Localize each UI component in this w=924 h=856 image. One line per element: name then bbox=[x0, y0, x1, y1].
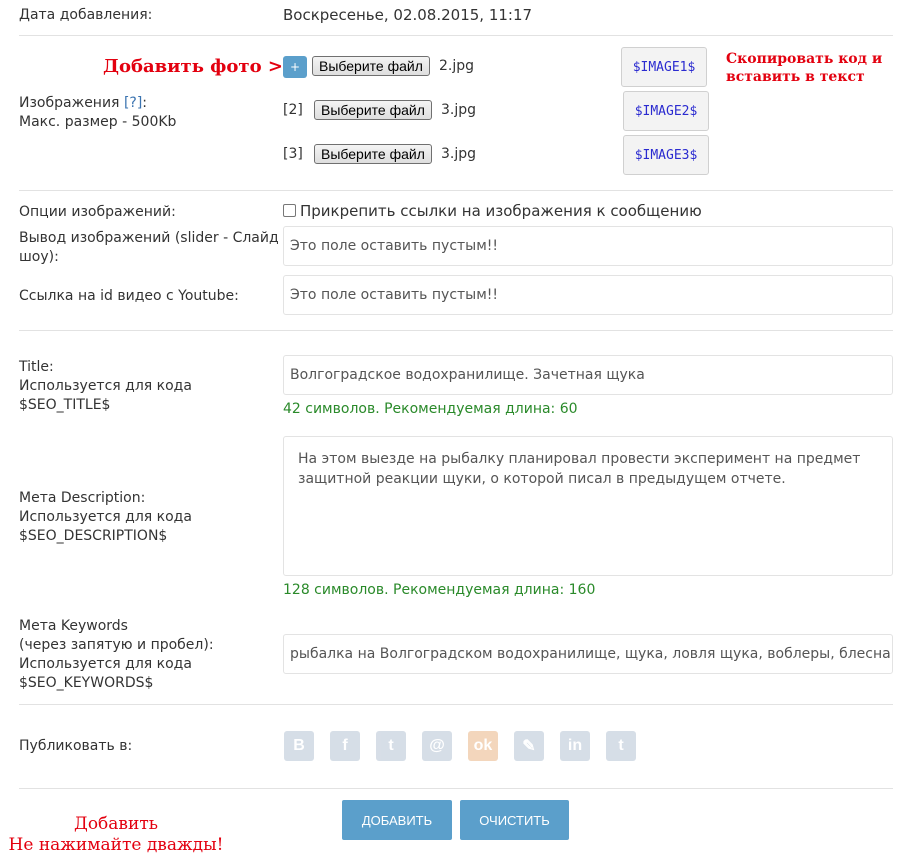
date-label: Дата добавления: bbox=[19, 7, 153, 23]
choose-file-button-1[interactable]: Выберите файл bbox=[312, 56, 430, 76]
date-value: Воскресенье, 02.08.2015, 11:17 bbox=[283, 6, 533, 24]
livejournal-icon[interactable]: ✎ bbox=[514, 731, 544, 761]
choose-file-button-2[interactable]: Выберите файл bbox=[314, 100, 432, 120]
file-name-1: 2.jpg bbox=[439, 58, 475, 74]
images-label-text: Изображения bbox=[19, 95, 120, 111]
images-label-colon: : bbox=[142, 95, 148, 111]
image-index-2: [2] bbox=[283, 102, 303, 118]
copy-code-note: Скопировать код и вставить в текст bbox=[726, 50, 883, 86]
publish-label: Публиковать в: bbox=[19, 738, 133, 754]
image-code-2[interactable]: $IMAGE2$ bbox=[623, 91, 709, 131]
seo-description-text-line2: защитной реакции щуки, о которой писал в… bbox=[298, 471, 786, 487]
divider bbox=[19, 35, 893, 36]
vk-icon[interactable]: B bbox=[284, 731, 314, 761]
divider bbox=[19, 788, 893, 789]
slider-input[interactable]: Это поле оставить пустым!! bbox=[283, 226, 893, 266]
choose-file-button-3[interactable]: Выберите файл bbox=[314, 144, 432, 164]
add-photo-note: Добавить фото > bbox=[103, 56, 283, 77]
seo-title-label: Title: Используется для кода $SEO_TITLE$ bbox=[19, 358, 192, 415]
slider-label-line1: Вывод изображений (slider - Слайд bbox=[19, 230, 279, 246]
attach-links-checkbox[interactable] bbox=[283, 204, 296, 217]
seo-description-label-line2: Используется для кода bbox=[19, 509, 192, 525]
seo-title-input[interactable]: Волгоградское водохранилище. Зачетная щу… bbox=[283, 355, 893, 395]
email-icon[interactable]: @ bbox=[422, 731, 452, 761]
seo-description-label-line3: $SEO_DESCRIPTION$ bbox=[19, 528, 168, 544]
seo-description-textarea[interactable]: На этом выезде на рыбалку планировал про… bbox=[283, 436, 893, 576]
copy-code-note-line2: вставить в текст bbox=[726, 69, 865, 85]
seo-keywords-label-line3: Используется для кода bbox=[19, 656, 192, 672]
copy-code-note-line1: Скопировать код и bbox=[726, 51, 883, 67]
divider bbox=[19, 704, 893, 705]
seo-description-hint: 128 символов. Рекомендуемая длина: 160 bbox=[283, 582, 596, 598]
help-link[interactable]: [?] bbox=[124, 95, 142, 111]
tumblr-icon[interactable]: t bbox=[606, 731, 636, 761]
double-click-note-line1: Добавить bbox=[74, 814, 158, 834]
image-code-1[interactable]: $IMAGE1$ bbox=[621, 47, 707, 87]
facebook-icon[interactable]: f bbox=[330, 731, 360, 761]
seo-keywords-label: Мета Keywords (через запятую и пробел): … bbox=[19, 617, 214, 693]
double-click-note-line2: Не нажимайте дважды! bbox=[8, 835, 224, 855]
twitter-icon[interactable]: t bbox=[376, 731, 406, 761]
seo-keywords-input[interactable]: рыбалка на Волгоградском водохранилище, … bbox=[283, 634, 893, 674]
double-click-note: Добавить Не нажимайте дважды! bbox=[0, 814, 232, 856]
file-name-3: 3.jpg bbox=[441, 146, 477, 162]
submit-button[interactable]: ДОБАВИТЬ bbox=[342, 800, 452, 840]
seo-description-text-line1: На этом выезде на рыбалку планировал про… bbox=[298, 451, 861, 467]
seo-description-label: Мета Description: Используется для кода … bbox=[19, 489, 192, 546]
seo-keywords-label-line4: $SEO_KEYWORDS$ bbox=[19, 675, 154, 691]
odnoklassniki-icon[interactable]: ok bbox=[468, 731, 498, 761]
image-index-3: [3] bbox=[283, 146, 303, 162]
youtube-input[interactable]: Это поле оставить пустым!! bbox=[283, 275, 893, 315]
youtube-label: Ссылка на id видео с Youtube: bbox=[19, 288, 239, 304]
seo-title-label-line3: $SEO_TITLE$ bbox=[19, 397, 111, 413]
seo-keywords-label-line2: (через запятую и пробел): bbox=[19, 637, 214, 653]
seo-description-label-line1: Мета Description: bbox=[19, 490, 146, 506]
image-options-label: Опции изображений: bbox=[19, 204, 176, 220]
divider bbox=[19, 190, 893, 191]
max-size-label: Макс. размер - 500Kb bbox=[19, 114, 177, 130]
seo-title-label-line1: Title: bbox=[19, 359, 54, 375]
seo-title-label-line2: Используется для кода bbox=[19, 378, 192, 394]
images-label: Изображения [?]: Макс. размер - 500Kb bbox=[19, 94, 176, 132]
slider-label: Вывод изображений (slider - Слайд шоу): bbox=[19, 229, 279, 267]
reset-button[interactable]: ОЧИСТИТЬ bbox=[460, 800, 569, 840]
file-name-2: 3.jpg bbox=[441, 102, 477, 118]
seo-title-hint: 42 символов. Рекомендуемая длина: 60 bbox=[283, 401, 578, 417]
linkedin-icon[interactable]: in bbox=[560, 731, 590, 761]
image-code-3[interactable]: $IMAGE3$ bbox=[623, 135, 709, 175]
divider bbox=[19, 330, 893, 331]
seo-keywords-label-line1: Мета Keywords bbox=[19, 618, 128, 634]
slider-label-line2: шоу): bbox=[19, 249, 59, 265]
add-image-button[interactable]: + bbox=[283, 56, 307, 78]
attach-links-label: Прикрепить ссылки на изображения к сообщ… bbox=[300, 202, 702, 220]
